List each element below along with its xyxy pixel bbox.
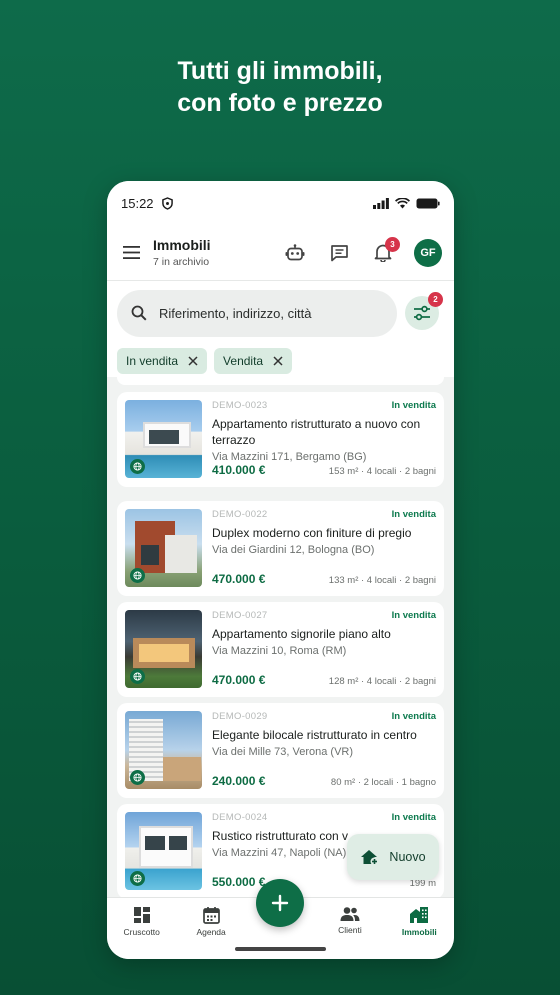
sliders-icon (414, 305, 430, 321)
listing-status: In vendita (391, 400, 436, 411)
add-button[interactable] (256, 879, 304, 927)
app-bar: Immobili 7 in archivio 3 GF (107, 225, 454, 281)
messages-button[interactable] (326, 240, 352, 266)
listing-address: Via Mazzini 171, Bergamo (BG) (212, 451, 367, 463)
nav-label: Immobili (401, 927, 437, 937)
page-subtitle: 7 in archivio (153, 256, 210, 268)
listing-address: Via dei Giardini 12, Bologna (BO) (212, 544, 375, 556)
active-filters: In vendita Vendita (107, 345, 454, 377)
battery-icon (416, 198, 440, 208)
property-photo (125, 812, 202, 890)
chat-icon (330, 244, 348, 261)
listing-price: 470.000 € (212, 572, 266, 586)
globe-icon (130, 459, 145, 474)
calendar-icon (202, 907, 220, 924)
listing-specs: 80 m² · 2 locali · 1 bagno (330, 777, 436, 788)
avatar[interactable]: GF (414, 238, 442, 267)
listing-address: Via Mazzini 10, Roma (RM) (212, 645, 347, 657)
listings-list: DEMO-0023 In vendita Appartamento ristrut… (107, 377, 454, 899)
search-icon (131, 305, 147, 321)
property-photo (125, 400, 202, 478)
nav-cruscotto[interactable]: Cruscotto (107, 898, 176, 959)
chip-label: In vendita (126, 354, 179, 368)
listing-price: 550.000 € (212, 875, 266, 889)
property-photo (125, 711, 202, 789)
close-icon[interactable] (273, 356, 283, 366)
listing-ref: DEMO-0029 (212, 711, 268, 722)
globe-icon (130, 568, 145, 583)
listing-ref: DEMO-0023 (212, 400, 268, 411)
listing-title: Duplex moderno con finiture di pregio (212, 526, 412, 540)
people-icon (340, 907, 360, 921)
plus-icon (271, 894, 289, 912)
phone-screen: 15:22 Immobili 7 in archivio 3 GF Riferi… (107, 181, 454, 959)
listing-specs: 133 m² · 4 locali · 2 bagni (328, 575, 436, 586)
filters-button[interactable]: 2 (405, 292, 443, 330)
listing-specs: 153 m² · 4 locali · 2 bagni (328, 466, 436, 477)
property-photo (125, 509, 202, 587)
page-title: Immobili (153, 237, 211, 253)
listing-ref: DEMO-0027 (212, 610, 268, 621)
status-time: 15:22 (121, 195, 154, 211)
listing-address: Via dei Mille 73, Verona (VR) (212, 746, 354, 758)
close-icon[interactable] (188, 356, 198, 366)
filter-chip-in-vendita[interactable]: In vendita (117, 348, 208, 374)
globe-icon (130, 770, 145, 785)
listing-specs: 128 m² · 4 locali · 2 bagni (328, 676, 436, 687)
assistant-button[interactable] (282, 240, 308, 266)
hamburger-icon (122, 246, 140, 259)
globe-icon (130, 669, 145, 684)
listing-title: Appartamento ristrutturato a nuovo con t… (212, 417, 421, 447)
listing-title: Appartamento signorile piano alto (212, 627, 391, 641)
listing-status: In vendita (391, 711, 436, 722)
page-title-block: Immobili 7 in archivio (153, 237, 211, 268)
listing-ref: DEMO-0022 (212, 509, 268, 520)
list-item[interactable]: DEMO-0027 In vendita Appartamento signori… (117, 602, 444, 697)
add-home-icon (361, 849, 379, 865)
listing-price: 470.000 € (212, 673, 266, 687)
list-item[interactable]: DEMO-0022 In vendita Duplex moderno con f… (117, 501, 444, 596)
search-placeholder: Riferimento, indirizzo, città (159, 305, 312, 321)
menu-button[interactable] (119, 241, 143, 265)
list-item-partial (117, 377, 444, 385)
filters-badge: 2 (428, 292, 443, 307)
nav-label: Agenda (196, 927, 226, 937)
listing-status: In vendita (391, 610, 436, 621)
headline-line-1: Tutti gli immobili, (177, 57, 383, 85)
robot-icon (285, 243, 305, 260)
property-photo (125, 610, 202, 688)
nav-immobili[interactable]: Immobili (385, 898, 454, 959)
search-row: Riferimento, indirizzo, città 2 (107, 281, 454, 345)
new-property-button[interactable]: Nuovo (347, 834, 439, 880)
buildings-icon (410, 907, 429, 923)
home-indicator (235, 947, 326, 951)
listing-status: In vendita (391, 812, 436, 823)
chip-label: Vendita (223, 354, 264, 368)
dashboard-icon (133, 907, 150, 923)
wifi-icon (395, 197, 410, 208)
listing-ref: DEMO-0024 (212, 812, 268, 823)
search-input[interactable]: Riferimento, indirizzo, città (117, 289, 397, 337)
listing-price: 240.000 € (212, 774, 266, 788)
listing-status: In vendita (391, 509, 436, 520)
listing-title: Elegante bilocale ristrutturato in centr… (212, 728, 417, 742)
nav-label: Clienti (338, 925, 362, 935)
nav-label: Cruscotto (123, 927, 160, 937)
notifications-badge: 3 (385, 236, 400, 252)
status-bar: 15:22 (107, 181, 454, 225)
listing-price: 410.000 € (212, 463, 266, 477)
signal-icon (373, 197, 389, 209)
headline: Tutti gli immobili, con foto e prezzo (0, 55, 560, 119)
globe-icon (130, 871, 145, 886)
list-item[interactable]: DEMO-0023 In vendita Appartamento ristrut… (117, 392, 444, 487)
new-property-label: Nuovo (389, 850, 426, 864)
filter-chip-vendita[interactable]: Vendita (214, 348, 293, 374)
list-item[interactable]: DEMO-0029 In vendita Elegante bilocale ri… (117, 703, 444, 798)
shield-icon (161, 196, 173, 210)
headline-line-2: con foto e prezzo (177, 89, 383, 117)
notifications-button[interactable]: 3 (370, 236, 400, 266)
